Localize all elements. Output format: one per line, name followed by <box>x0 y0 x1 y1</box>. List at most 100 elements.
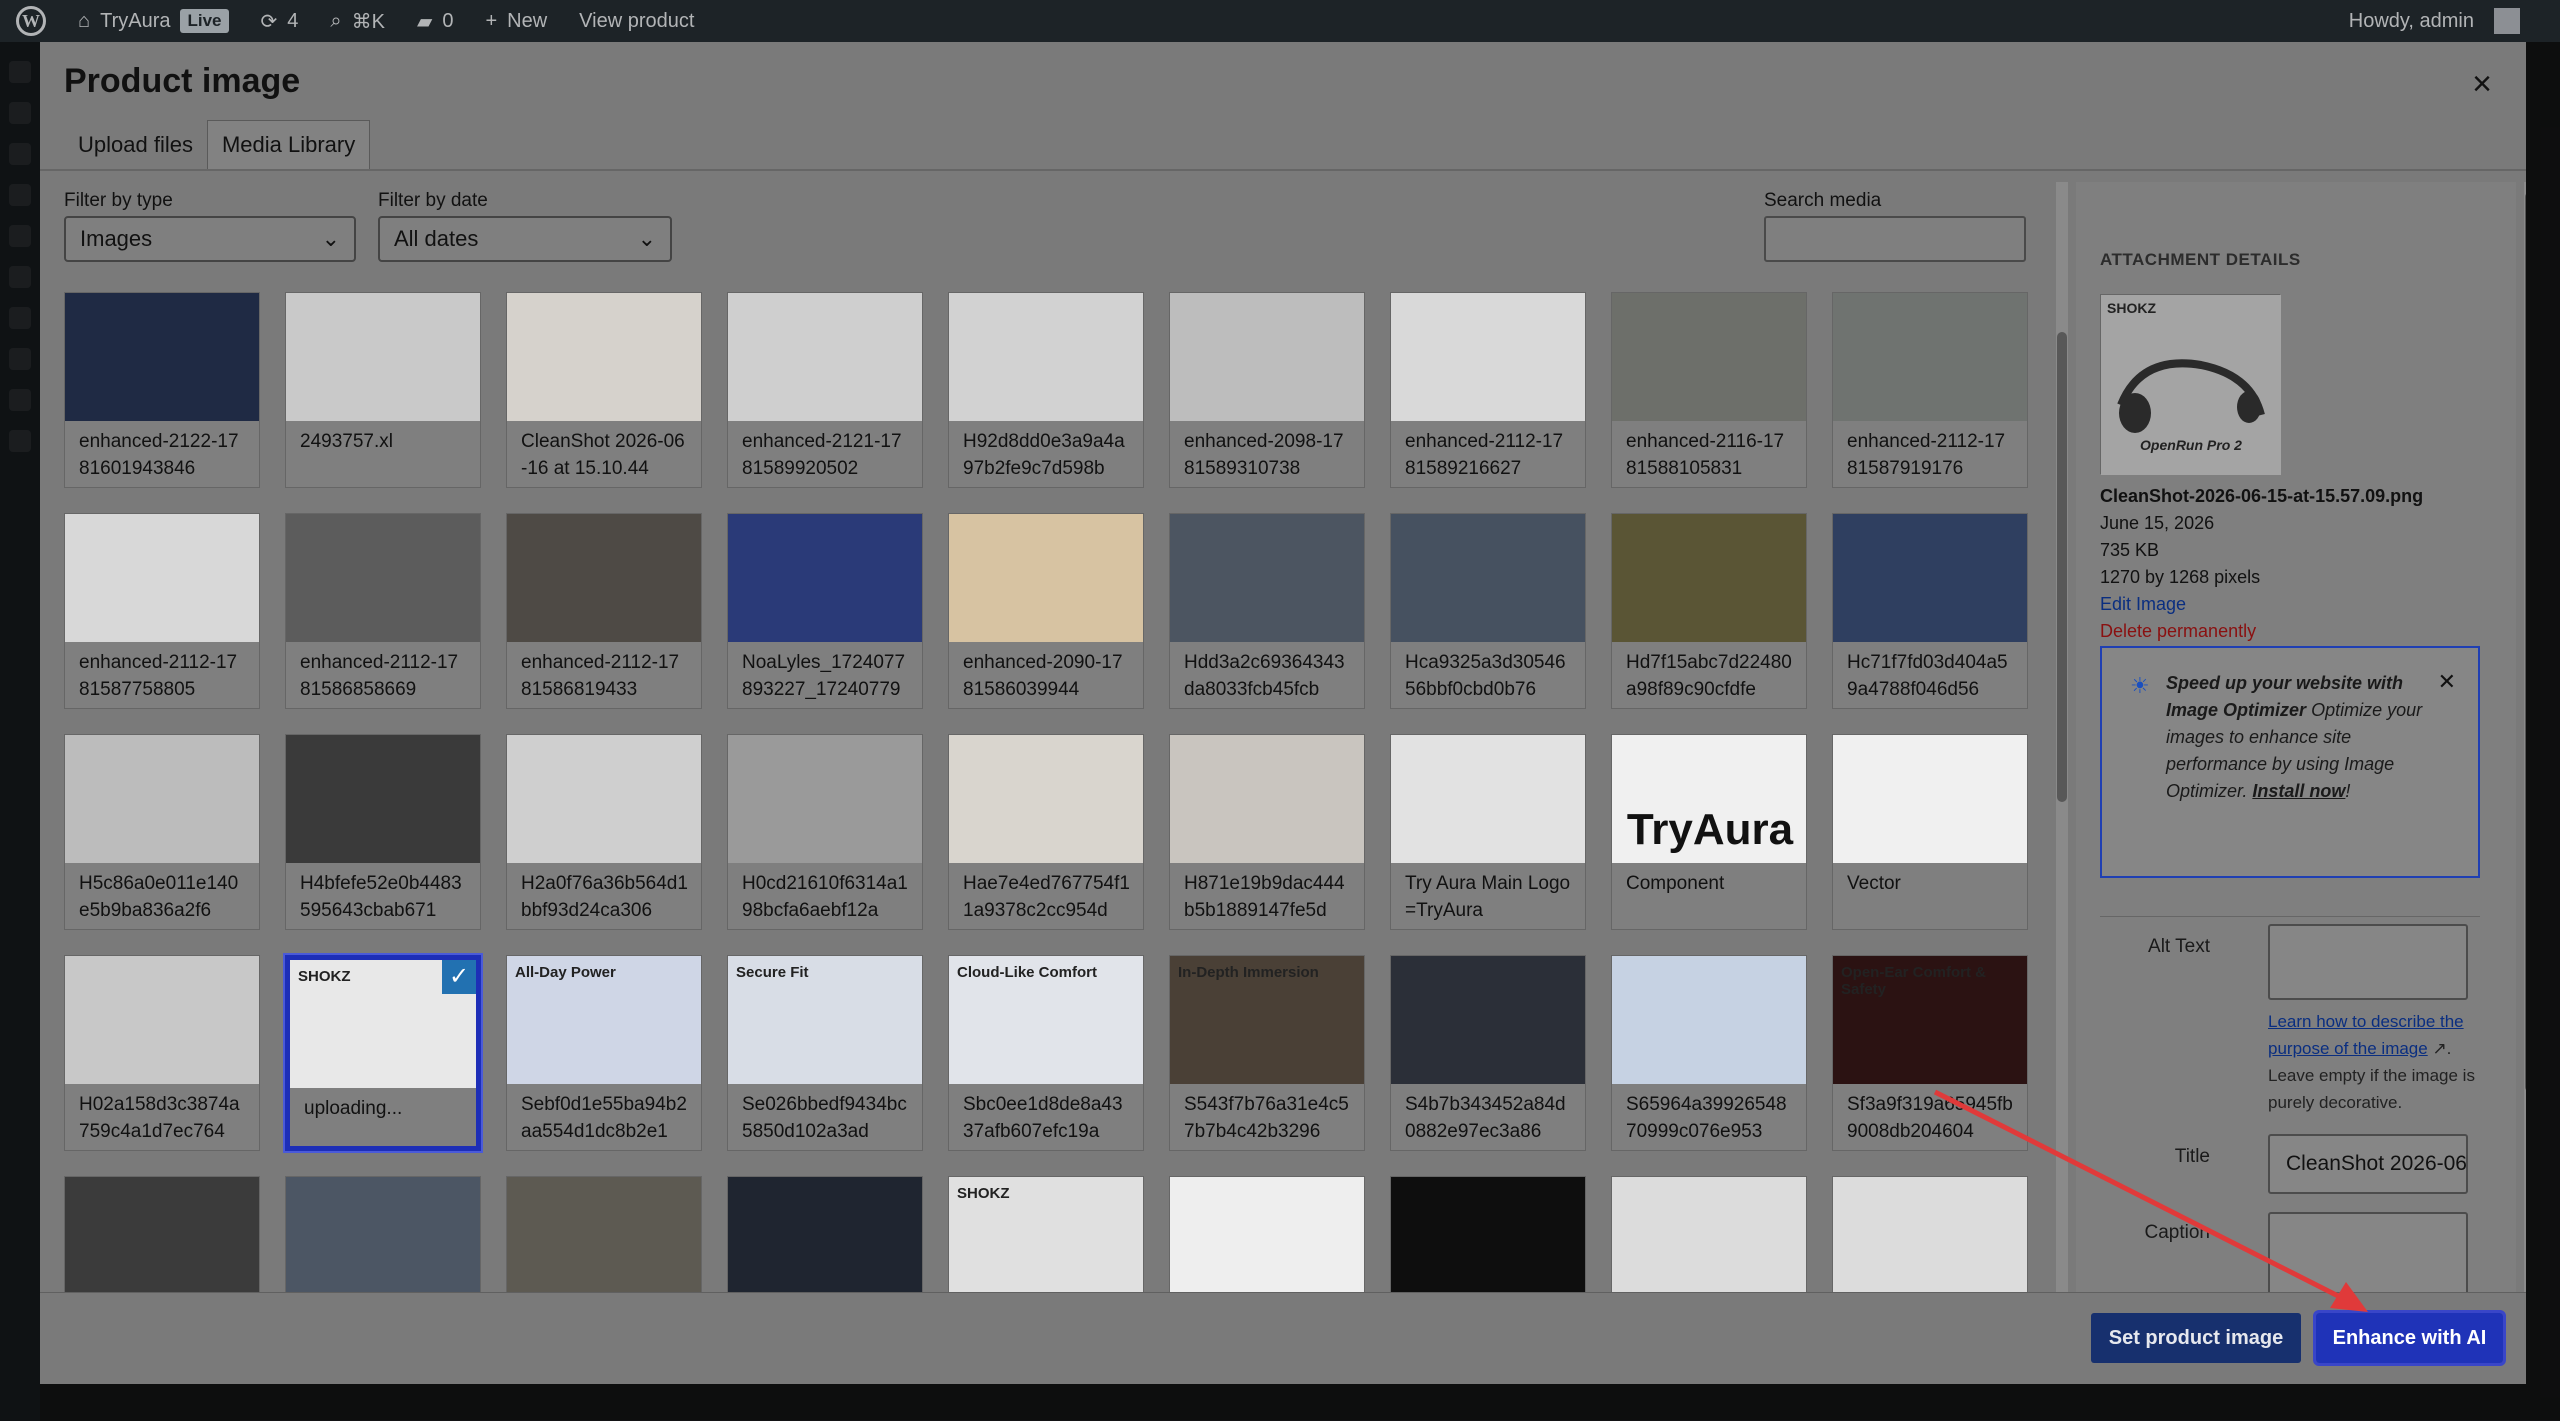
tab-upload-files[interactable]: Upload files <box>64 120 207 170</box>
media-tile[interactable]: Vector <box>1832 734 2028 930</box>
media-thumbnail <box>65 1177 259 1305</box>
media-tile[interactable]: enhanced-2122-1781601943846 <box>64 292 260 488</box>
media-tile[interactable]: SHOKZ uploading... ✓ <box>285 955 481 1151</box>
media-tile[interactable]: Try Aura Main Logo=TryAura <box>1390 734 1586 930</box>
new-content-link[interactable]: + New <box>469 0 563 42</box>
media-tile[interactable]: Hae7e4ed767754f11a9378c2cc954d <box>948 734 1144 930</box>
media-tile-label: H02a158d3c3874a759c4a1d7ec764 <box>65 1084 259 1150</box>
media-tile[interactable]: H5c86a0e011e140e5b9ba836a2f6 <box>64 734 260 930</box>
media-tile[interactable]: enhanced-2112-1781589216627 <box>1390 292 1586 488</box>
account-menu[interactable]: Howdy, admin <box>2333 0 2560 42</box>
media-tile[interactable]: H02a158d3c3874a759c4a1d7ec764 <box>64 955 260 1151</box>
filter-type-select[interactable]: Images ⌄ <box>64 216 356 262</box>
media-tile[interactable]: enhanced-2112-1781587758805 <box>64 513 260 709</box>
media-thumbnail <box>1391 1177 1585 1305</box>
media-thumbnail <box>65 514 259 642</box>
media-thumbnail <box>728 735 922 863</box>
media-tile[interactable]: H2a0f76a36b564d1bbf93d24ca306 <box>506 734 702 930</box>
view-product-label: View product <box>579 9 695 32</box>
media-tile[interactable]: Hc71f7fd03d404a59a4788f046d56 <box>1832 513 2028 709</box>
admin-bar: W ⌂ TryAura Live ⟳ 4 ⌕ ⌘K ▰ 0 + New View… <box>0 0 2560 42</box>
media-tile[interactable]: Hd7f15abc7d22480a98f89c90cfdfe <box>1611 513 1807 709</box>
media-tile[interactable]: enhanced-2090-1781586039944 <box>948 513 1144 709</box>
title-field[interactable]: CleanShot 2026-06- <box>2268 1134 2468 1194</box>
media-tile[interactable]: 2493757.xl <box>285 292 481 488</box>
media-thumbnail <box>1391 514 1585 642</box>
media-tile[interactable]: H871e19b9dac444b5b1889147fe5d <box>1169 734 1365 930</box>
media-thumbnail <box>286 514 480 642</box>
thumb-caption: OpenRun Pro 2 <box>2140 437 2242 453</box>
media-tile[interactable]: Open-Ear Comfort & Safety Sf3a9f319a65945… <box>1832 955 2028 1151</box>
media-tile[interactable]: In-Depth Immersion S543f7b76a31e4c57b7b4c… <box>1169 955 1365 1151</box>
media-modal: Product image × Upload files Media Libra… <box>40 42 2526 1384</box>
media-tile[interactable]: Hca9325a3d3054656bbf0cbd0b76 <box>1390 513 1586 709</box>
edit-image-link[interactable]: Edit Image <box>2100 594 2186 615</box>
media-tile-label: H92d8dd0e3a9a4a97b2fe9c7d598b <box>949 421 1143 487</box>
tab-media-library[interactable]: Media Library <box>206 120 371 170</box>
media-tile-label: Try Aura Main Logo=TryAura <box>1391 863 1585 929</box>
media-tile[interactable]: H4bfefe52e0b4483595643cbab671 <box>285 734 481 930</box>
media-tile-label: enhanced-2116-1781588105831 <box>1612 421 1806 487</box>
media-tile[interactable]: H0cd21610f6314a198bcfa6aebf12a <box>727 734 923 930</box>
attachment-date: June 15, 2026 <box>2100 513 2215 533</box>
media-tile-label: H2a0f76a36b564d1bbf93d24ca306 <box>507 863 701 929</box>
media-tile[interactable]: S65964a3992654870999c076e953 <box>1611 955 1807 1151</box>
media-tile[interactable]: enhanced-2112-1781587919176 <box>1832 292 2028 488</box>
filter-date-select[interactable]: All dates ⌄ <box>378 216 672 262</box>
media-tile[interactable]: H92d8dd0e3a9a4a97b2fe9c7d598b <box>948 292 1144 488</box>
details-scrollbar[interactable] <box>2524 182 2526 1334</box>
comments-link[interactable]: ▰ 0 <box>401 0 470 42</box>
scrollbar-thumb[interactable] <box>2525 192 2526 1092</box>
search-media-input[interactable] <box>1764 216 2026 262</box>
delete-permanently-link[interactable]: Delete permanently <box>2100 621 2256 642</box>
media-thumbnail <box>1612 293 1806 421</box>
updates-link[interactable]: ⟳ 4 <box>245 0 315 42</box>
media-tile[interactable]: enhanced-2112-1781586819433 <box>506 513 702 709</box>
media-tile[interactable]: enhanced-2112-1781586858669 <box>285 513 481 709</box>
media-tile[interactable]: enhanced-2116-1781588105831 <box>1611 292 1807 488</box>
media-tile[interactable]: All-Day Power Sebf0d1e55ba94b2aa554d1dc8b… <box>506 955 702 1151</box>
notice-suffix: ! <box>2345 781 2351 801</box>
media-thumbnail <box>286 1177 480 1305</box>
alt-text-field[interactable] <box>2268 924 2468 1000</box>
media-thumbnail <box>507 1177 701 1305</box>
close-icon[interactable]: × <box>2462 64 2502 104</box>
alt-text-help: Learn how to describe the purpose of the… <box>2268 1008 2478 1116</box>
media-tile[interactable]: enhanced-2098-1781589310738 <box>1169 292 1365 488</box>
chevron-down-icon: ⌄ <box>321 226 340 251</box>
media-thumbnail <box>728 514 922 642</box>
media-tile-label: H0cd21610f6314a198bcfa6aebf12a <box>728 863 922 929</box>
media-tile-label: Se026bbedf9434bc5850d102a3ad <box>728 1084 922 1150</box>
checkmark-icon[interactable]: ✓ <box>442 960 476 994</box>
media-tile-label: Component <box>1612 863 1806 929</box>
live-badge: Live <box>180 9 229 33</box>
site-name-link[interactable]: ⌂ TryAura Live <box>62 0 245 42</box>
view-product-link[interactable]: View product <box>563 0 710 42</box>
wp-logo-button[interactable]: W <box>0 0 62 42</box>
media-tile[interactable]: TryAura Component <box>1611 734 1807 930</box>
set-product-image-button[interactable]: Set product image <box>2091 1313 2301 1363</box>
media-tile[interactable]: Cloud-Like Comfort Sbc0ee1d8de8a4337afb60… <box>948 955 1144 1151</box>
install-now-link[interactable]: Install now <box>2252 781 2345 801</box>
media-tile[interactable]: NoaLyles_1724077893227_17240779 <box>727 513 923 709</box>
grid-scrollbar[interactable] <box>2056 182 2068 1334</box>
media-tile[interactable]: CleanShot 2026-06-16 at 15.10.44 <box>506 292 702 488</box>
media-tile[interactable]: Secure Fit Se026bbedf9434bc5850d102a3ad <box>727 955 923 1151</box>
search-shortcut: ⌘K <box>351 10 385 33</box>
media-tile-label: Sbc0ee1d8de8a4337afb607efc19a <box>949 1084 1143 1150</box>
media-tile-label: H871e19b9dac444b5b1889147fe5d <box>1170 863 1364 929</box>
media-tile-label: enhanced-2090-1781586039944 <box>949 642 1143 708</box>
media-tile[interactable]: Hdd3a2c69364343da8033fcb45fcb <box>1169 513 1365 709</box>
media-tile-label: S543f7b76a31e4c57b7b4c42b3296 <box>1170 1084 1364 1150</box>
close-icon[interactable]: ✕ <box>2438 668 2456 695</box>
media-tile[interactable]: S4b7b343452a84d0882e97ec3a86 <box>1390 955 1586 1151</box>
media-tile[interactable]: enhanced-2121-1781589920502 <box>727 292 923 488</box>
plus-icon: + <box>485 9 498 32</box>
media-thumbnail <box>65 956 259 1084</box>
command-search-button[interactable]: ⌕ ⌘K <box>314 0 401 42</box>
filter-type-value: Images <box>80 226 153 251</box>
media-tile-label: S4b7b343452a84d0882e97ec3a86 <box>1391 1084 1585 1150</box>
enhance-with-ai-button[interactable]: Enhance with AI <box>2313 1310 2506 1366</box>
scrollbar-thumb[interactable] <box>2057 332 2067 802</box>
search-media-label: Search media <box>1764 190 1882 211</box>
